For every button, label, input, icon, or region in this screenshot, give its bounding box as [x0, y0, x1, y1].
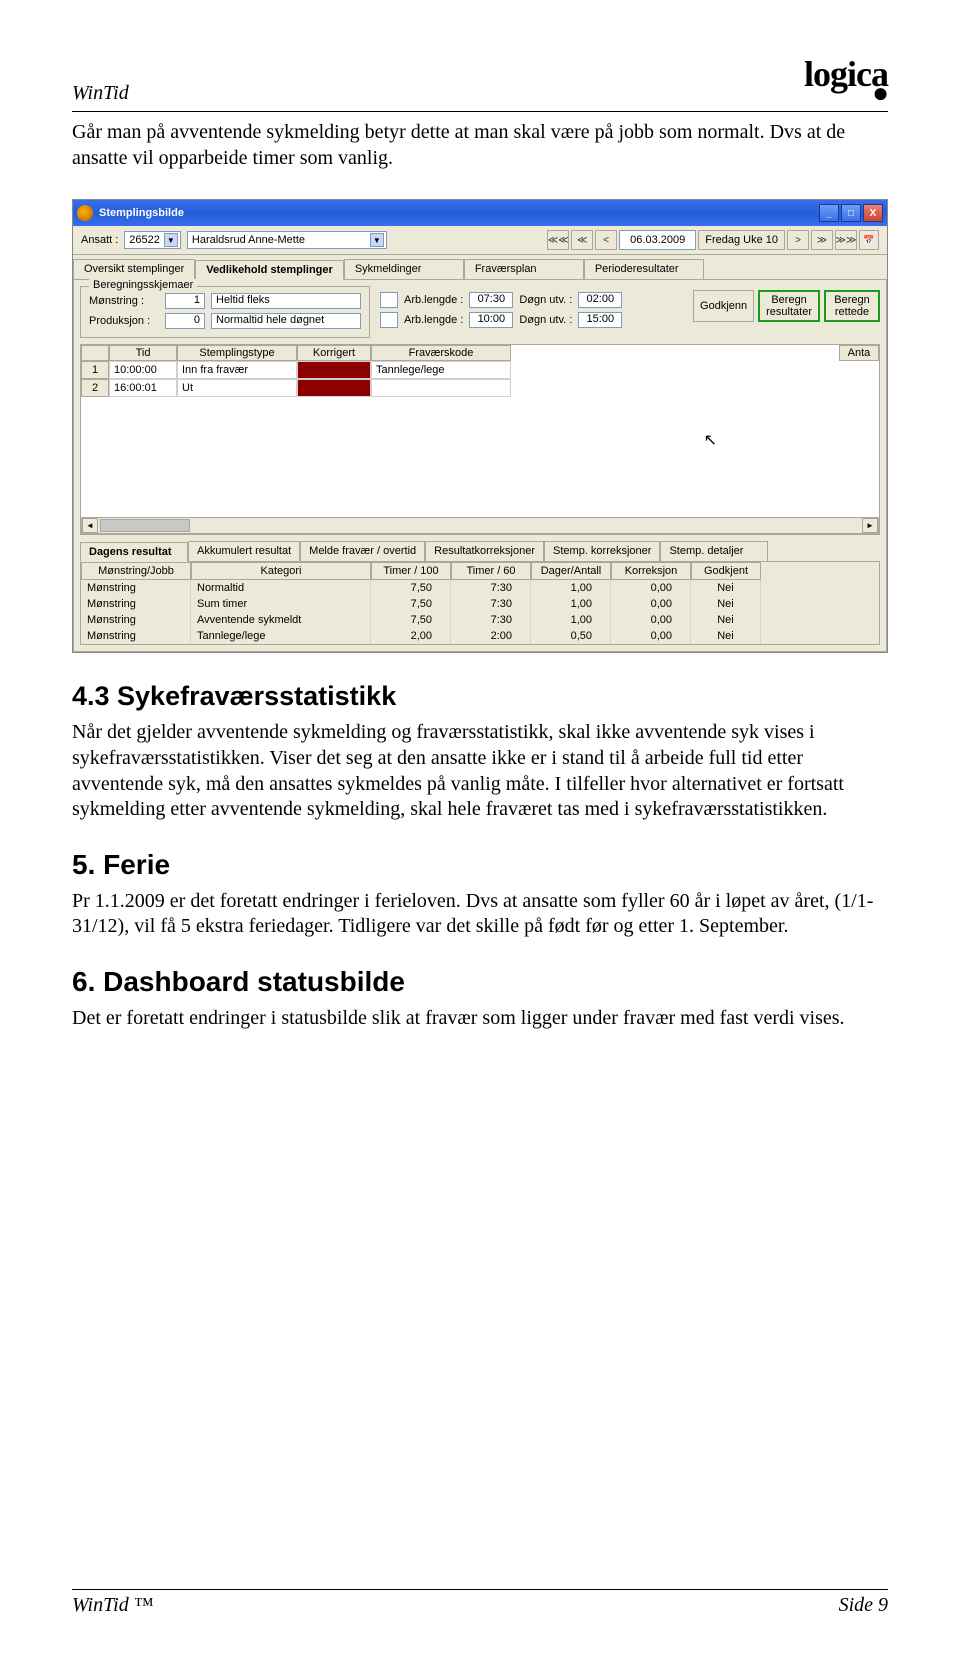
- subtab-stemp-detaljer[interactable]: Stemp. detaljer: [660, 541, 768, 561]
- check1[interactable]: [380, 292, 398, 308]
- rh-kategori: Kategori: [191, 562, 371, 580]
- subtab-stemp-korr[interactable]: Stemp. korreksjoner: [544, 541, 660, 561]
- col-fravaerskode: Fraværskode: [371, 345, 511, 361]
- tab-oversikt[interactable]: Oversikt stemplinger: [73, 259, 195, 279]
- chevron-down-icon: ▼: [370, 233, 384, 247]
- nav-fastfwd-button[interactable]: ≫: [811, 230, 833, 250]
- employee-toolbar: Ansatt : 26522 ▼ Haraldsrud Anne-Mette ▼…: [73, 226, 887, 255]
- check2[interactable]: [380, 312, 398, 328]
- produksjon-value[interactable]: 0: [165, 313, 205, 329]
- result-row[interactable]: Mønstring Avventende sykmeldt 7,50 7:30 …: [81, 612, 879, 628]
- rh-korreksjon: Korreksjon: [611, 562, 691, 580]
- korrigert-cell[interactable]: [297, 361, 371, 379]
- nav-last-button[interactable]: ≫≫: [835, 230, 857, 250]
- calendar-icon[interactable]: 📅: [859, 230, 879, 250]
- col-anta: Anta: [839, 345, 879, 361]
- subtab-akkumulert[interactable]: Akkumulert resultat: [188, 541, 300, 561]
- monstring-text[interactable]: Heltid fleks: [211, 293, 361, 309]
- monstring-label: Mønstring :: [89, 295, 159, 307]
- rh-t60: Timer / 60: [451, 562, 531, 580]
- godkjenn-button[interactable]: Godkjenn: [693, 290, 754, 322]
- close-button[interactable]: X: [863, 204, 883, 222]
- section-6-body: Det er foretatt endringer i statusbilde …: [72, 1006, 888, 1032]
- col-tid: Tid: [109, 345, 177, 361]
- tab-perioderesultater[interactable]: Perioderesultater: [584, 259, 704, 279]
- dogn1-value[interactable]: 02:00: [578, 292, 622, 308]
- monstring-value[interactable]: 1: [165, 293, 205, 309]
- produksjon-text[interactable]: Normaltid hele døgnet: [211, 313, 361, 329]
- chevron-down-icon: ▼: [164, 233, 178, 247]
- minimize-button[interactable]: _: [819, 204, 839, 222]
- section-4-3-title: 4.3 Sykefraværsstatistikk: [72, 681, 888, 712]
- nav-fwd-button[interactable]: >: [787, 230, 809, 250]
- section-5-title: 5. Ferie: [72, 849, 888, 881]
- col-korrigert: Korrigert: [297, 345, 371, 361]
- stemplinger-grid: Tid Stemplingstype Korrigert Fraværskode…: [80, 344, 880, 535]
- nav-first-button[interactable]: ≪≪: [547, 230, 569, 250]
- rh-dager: Dager/Antall: [531, 562, 611, 580]
- nav-back-button[interactable]: <: [595, 230, 617, 250]
- result-row[interactable]: Mønstring Tannlege/lege 2,00 2:00 0,50 0…: [81, 628, 879, 644]
- result-row[interactable]: Mønstring Sum timer 7,50 7:30 1,00 0,00 …: [81, 596, 879, 612]
- footer-page: Side 9: [839, 1594, 888, 1617]
- footer-product: WinTid ™: [72, 1594, 153, 1617]
- scroll-left-icon[interactable]: ◄: [82, 518, 98, 533]
- section-6-title: 6. Dashboard statusbilde: [72, 966, 888, 998]
- maximize-button[interactable]: □: [841, 204, 861, 222]
- arb1-label: Arb.lengde :: [404, 294, 463, 306]
- cursor-icon: ↖: [704, 430, 717, 450]
- logica-logo: logica ●: [804, 60, 888, 105]
- nav-fastback-button[interactable]: ≪: [571, 230, 593, 250]
- main-tabs: Oversikt stemplinger Vedlikehold stempli…: [73, 255, 887, 279]
- scroll-thumb[interactable]: [100, 519, 190, 532]
- dogn2-label: Døgn utv. :: [519, 314, 572, 326]
- subtab-resultatkorr[interactable]: Resultatkorreksjoner: [425, 541, 544, 561]
- arb2-label: Arb.lengde :: [404, 314, 463, 326]
- result-table: Mønstring/Jobb Kategori Timer / 100 Time…: [80, 561, 880, 645]
- result-row[interactable]: Mønstring Normaltid 7,50 7:30 1,00 0,00 …: [81, 580, 879, 596]
- window-titlebar: Stemplingsbilde _ □ X: [73, 200, 887, 226]
- tab-sykmeldinger[interactable]: Sykmeldinger: [344, 259, 464, 279]
- tab-body: Beregningsskjemaer Mønstring : 1 Heltid …: [73, 279, 887, 652]
- ansatt-code-dropdown[interactable]: 26522 ▼: [124, 231, 181, 249]
- produksjon-label: Produksjon :: [89, 315, 159, 327]
- rh-t100: Timer / 100: [371, 562, 451, 580]
- tab-fravaersplan[interactable]: Fraværsplan: [464, 259, 584, 279]
- result-sub-tabs: Dagens resultat Akkumulert resultat Meld…: [80, 541, 880, 561]
- ansatt-label: Ansatt :: [81, 234, 118, 246]
- grid-blank-area: [81, 397, 879, 517]
- beregn-rettede-button[interactable]: Beregn rettede: [824, 290, 880, 322]
- intro-paragraph: Går man på avventende sykmelding betyr d…: [72, 120, 888, 171]
- rh-monstring: Mønstring/Jobb: [81, 562, 191, 580]
- dogn2-value[interactable]: 15:00: [578, 312, 622, 328]
- app-icon: [77, 205, 93, 221]
- section-4-3-body: Når det gjelder avventende sykmelding og…: [72, 720, 888, 822]
- korrigert-cell[interactable]: [297, 379, 371, 397]
- rh-godkjent: Godkjent: [691, 562, 761, 580]
- grid-row[interactable]: 2 16:00:01 Ut: [81, 379, 879, 397]
- subtab-dagens-resultat[interactable]: Dagens resultat: [80, 542, 188, 562]
- week-display: Fredag Uke 10: [698, 230, 785, 250]
- beregn-resultater-button[interactable]: Beregn resultater: [758, 290, 820, 322]
- ansatt-name-dropdown[interactable]: Haraldsrud Anne-Mette ▼: [187, 231, 387, 249]
- arb1-value[interactable]: 07:30: [469, 292, 513, 308]
- window-title: Stemplingsbilde: [99, 207, 184, 219]
- grid-corner: [81, 345, 109, 361]
- beregningsskjemaer-box: Beregningsskjemaer Mønstring : 1 Heltid …: [80, 286, 370, 338]
- section-5-body: Pr 1.1.2009 er det foretatt endringer i …: [72, 889, 888, 940]
- tab-vedlikehold[interactable]: Vedlikehold stemplinger: [195, 260, 344, 280]
- col-stemplingstype: Stemplingstype: [177, 345, 297, 361]
- date-field[interactable]: 06.03.2009: [619, 230, 696, 250]
- page-footer: WinTid ™ Side 9: [72, 1589, 888, 1617]
- subtab-melde-fravaer[interactable]: Melde fravær / overtid: [300, 541, 425, 561]
- app-screenshot: Stemplingsbilde _ □ X Ansatt : 26522 ▼ H…: [72, 199, 888, 653]
- header-product: WinTid: [72, 82, 129, 105]
- horizontal-scrollbar[interactable]: ◄ ►: [81, 517, 879, 534]
- schema-box-title: Beregningsskjemaer: [89, 279, 197, 291]
- arb2-value[interactable]: 10:00: [469, 312, 513, 328]
- page-header: WinTid logica ●: [72, 60, 888, 112]
- scroll-right-icon[interactable]: ►: [862, 518, 878, 533]
- dogn1-label: Døgn utv. :: [519, 294, 572, 306]
- grid-row[interactable]: 1 10:00:00 Inn fra fravær Tannlege/lege: [81, 361, 879, 379]
